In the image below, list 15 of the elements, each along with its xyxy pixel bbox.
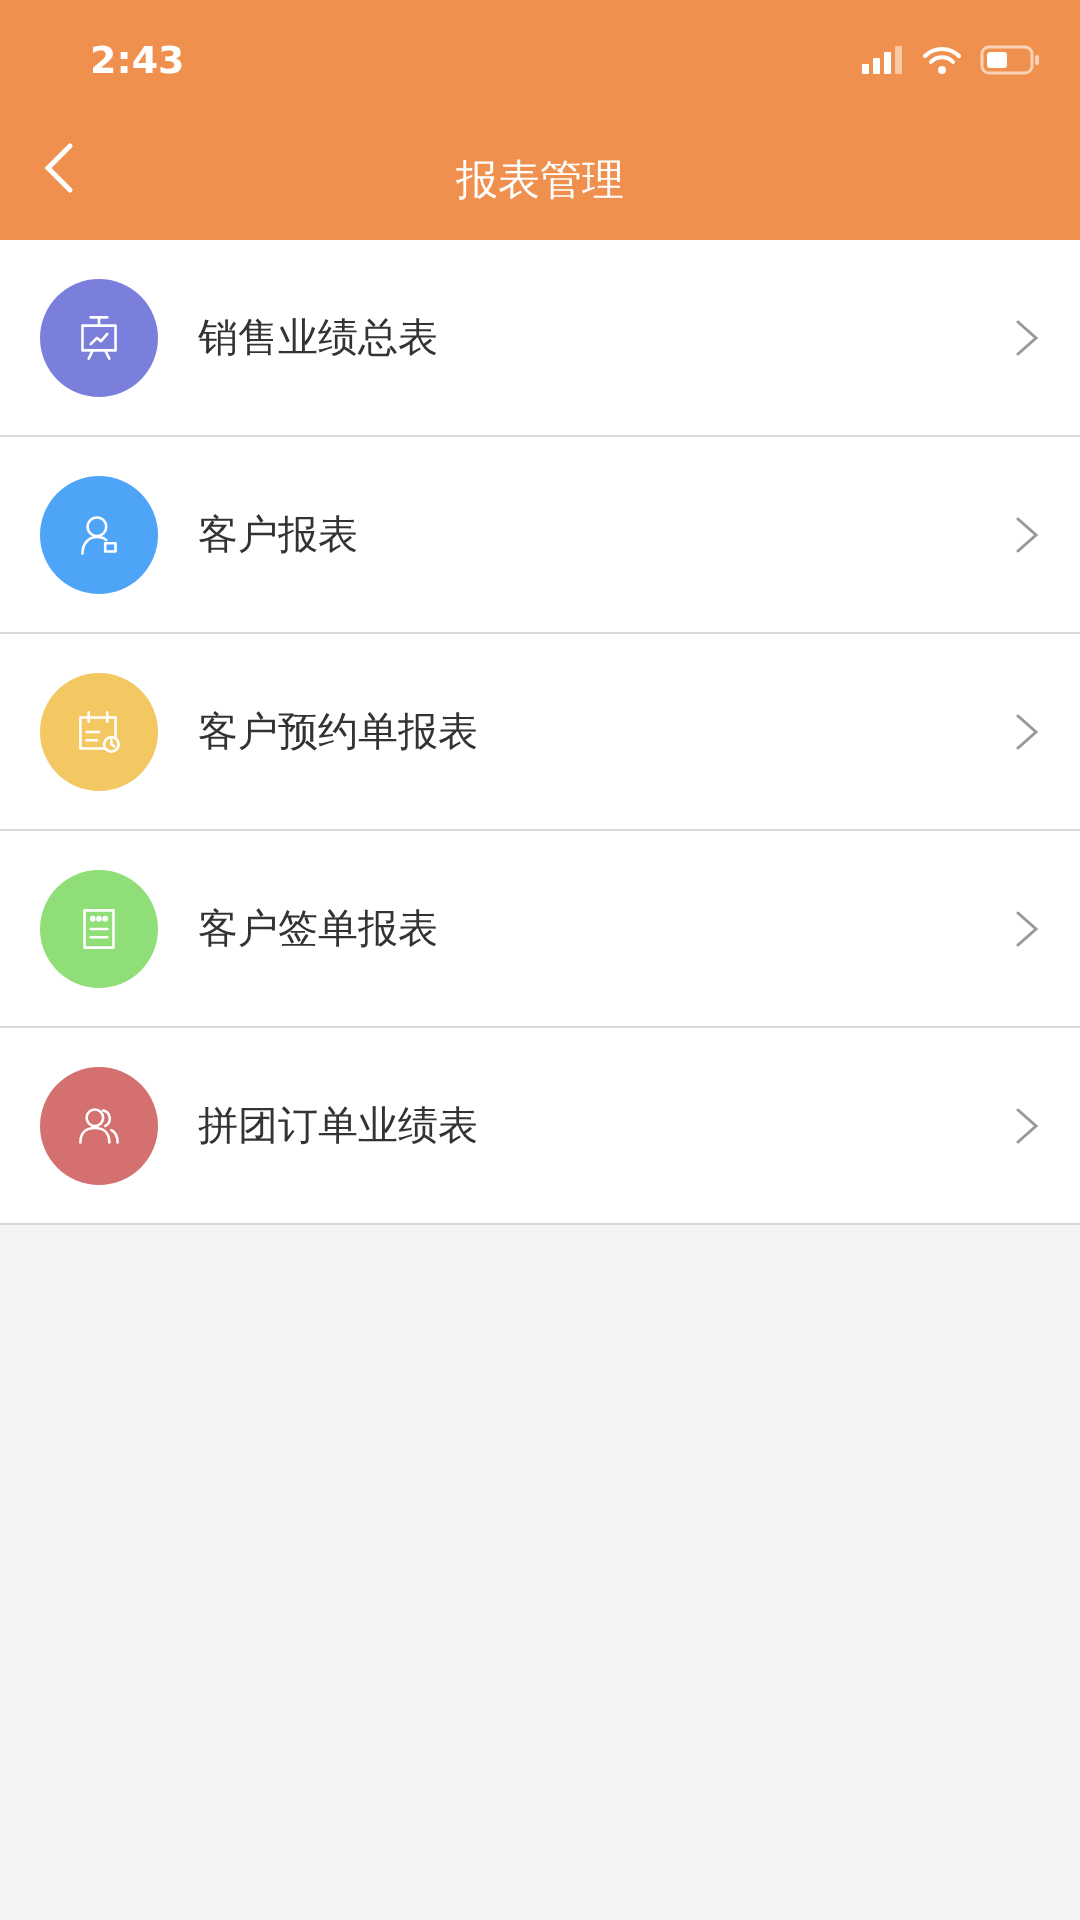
report-label: 客户报表 <box>198 510 359 559</box>
report-list-item[interactable]: 客户预约单报表 <box>0 634 1080 831</box>
status-time: 2:43 <box>90 38 186 82</box>
report-list-item[interactable]: 销售业绩总表 <box>0 240 1080 437</box>
report-label: 客户预约单报表 <box>198 707 479 756</box>
battery-icon <box>980 45 1040 75</box>
report-list-item[interactable]: 客户报表 <box>0 437 1080 634</box>
signal-icon <box>862 46 904 74</box>
report-label: 客户签单报表 <box>198 904 439 953</box>
report-label: 拼团订单业绩表 <box>198 1101 479 1150</box>
report-label: 销售业绩总表 <box>198 313 439 362</box>
report-list-item[interactable]: 客户签单报表 <box>0 831 1080 1028</box>
wifi-icon <box>922 45 962 75</box>
page-title: 报表管理 <box>456 154 624 206</box>
report-list-item[interactable]: 拼团订单业绩表 <box>0 1028 1080 1225</box>
